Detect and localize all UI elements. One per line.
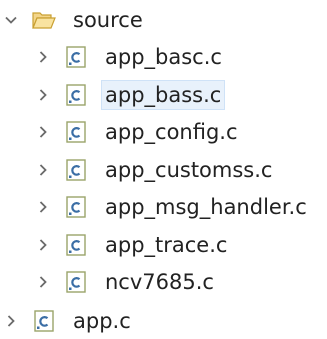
tree-item-label: app_trace.c: [105, 232, 228, 257]
chevron-right-icon[interactable]: [4, 314, 18, 328]
tree-item-label: source: [73, 8, 143, 32]
tree-item-app-msg-handler-c[interactable]: app_msg_handler.c: [36, 187, 310, 227]
chevron-right-icon[interactable]: [36, 88, 50, 102]
c-file-icon: [66, 233, 88, 256]
tree-item-source-folder[interactable]: source: [4, 0, 146, 40]
tree-item-app-basc-c[interactable]: app_basc.c: [36, 37, 225, 77]
chevron-right-icon[interactable]: [36, 125, 50, 139]
tree-item-label: app_basc.c: [105, 45, 222, 69]
tree-item-app-c[interactable]: app.c: [4, 301, 134, 339]
c-file-icon: [66, 271, 88, 293]
tree-item-label: app_customss.c: [105, 157, 273, 182]
tree-item-app-trace-c[interactable]: app_trace.c: [36, 225, 230, 265]
chevron-right-icon[interactable]: [36, 275, 50, 289]
open-folder-icon: [32, 9, 56, 31]
tree-item-label: app_config.c: [105, 120, 238, 144]
chevron-right-icon[interactable]: [36, 163, 50, 177]
tree-item-label: app.c: [73, 308, 131, 333]
tree-item-app-bass-c[interactable]: app_bass.c: [36, 75, 226, 115]
chevron-right-icon[interactable]: [36, 238, 50, 252]
c-file-icon: [66, 121, 88, 143]
c-file-icon: [66, 46, 88, 68]
tree-item-label: app_bass.c: [100, 79, 226, 110]
chevron-right-icon[interactable]: [36, 50, 50, 64]
tree-item-ncv7685-c[interactable]: ncv7685.c: [36, 262, 217, 302]
chevron-right-icon[interactable]: [36, 200, 50, 214]
c-file-icon: [66, 158, 88, 181]
tree-item-label: app_msg_handler.c: [105, 195, 307, 219]
tree-item-label: ncv7685.c: [105, 270, 214, 294]
chevron-down-icon[interactable]: [4, 13, 18, 27]
tree-item-app-customss-c[interactable]: app_customss.c: [36, 150, 275, 190]
c-file-icon: [66, 196, 88, 218]
c-file-icon: [66, 83, 88, 106]
c-file-icon: [34, 309, 56, 332]
tree-item-app-config-c[interactable]: app_config.c: [36, 112, 241, 152]
